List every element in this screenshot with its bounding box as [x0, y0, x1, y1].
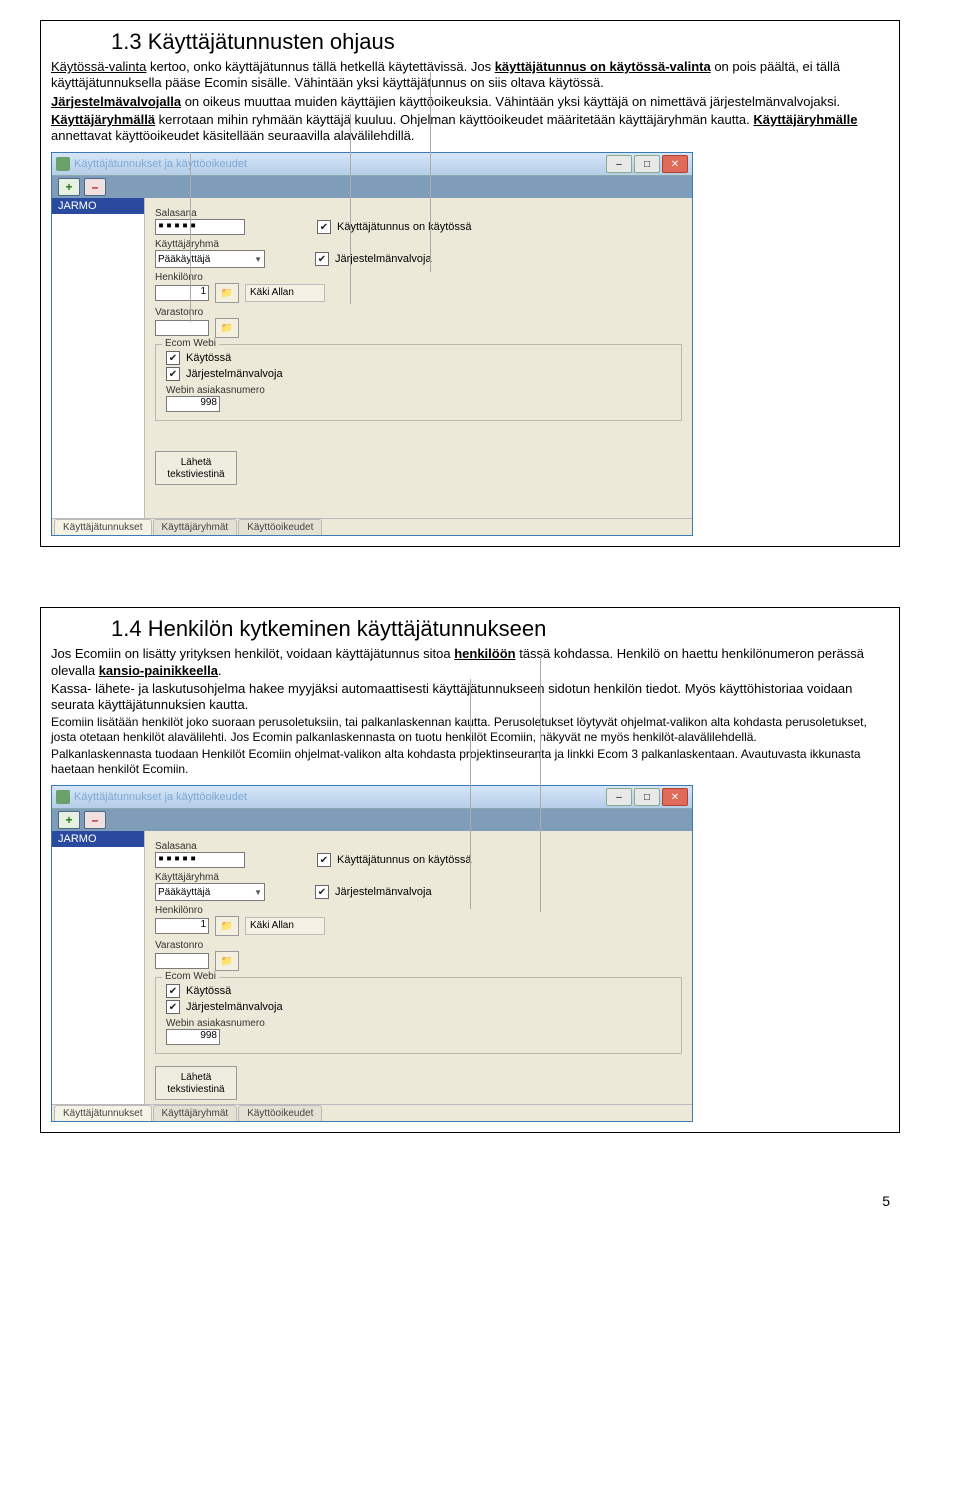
- toolbar: + –: [52, 176, 692, 198]
- label-henkilonro: Henkilönro: [155, 905, 682, 916]
- tab-kayttooikeudet[interactable]: Käyttöoikeudet: [238, 519, 322, 535]
- tab-kayttajaryhmat[interactable]: Käyttäjäryhmät: [153, 1105, 238, 1121]
- close-button[interactable]: ✕: [662, 788, 688, 806]
- label-ryhma: Käyttäjäryhmä: [155, 872, 682, 883]
- tab-kayttajatunnukset[interactable]: Käyttäjätunnukset: [54, 1105, 152, 1121]
- app-window: Käyttäjätunnukset ja käyttöoikeudet – □ …: [51, 152, 693, 536]
- heading-1-4: 1.4 Henkilön kytkeminen käyttäjätunnukse…: [111, 616, 889, 642]
- checkbox-kaytossa[interactable]: ✔: [317, 220, 331, 234]
- group-label-ecomwebi: Ecom Webi: [162, 971, 219, 982]
- checkbox-jvalvoja[interactable]: ✔: [315, 252, 329, 266]
- webino-field[interactable]: 998: [166, 1029, 220, 1045]
- label-salasana: Salasana: [155, 208, 682, 219]
- henkilonro-field[interactable]: 1: [155, 918, 209, 934]
- heading-1-3: 1.3 Käyttäjätunnusten ohjaus: [111, 29, 889, 55]
- password-field[interactable]: ▪▪▪▪▪: [155, 852, 245, 868]
- checkbox-webi-jvalvoja[interactable]: ✔: [166, 1000, 180, 1014]
- label-webi-kaytossa: Käytössä: [186, 352, 231, 364]
- maximize-button[interactable]: □: [634, 155, 660, 173]
- label-salasana: Salasana: [155, 841, 682, 852]
- group-ecomwebi: Ecom Webi ✔ Käytössä ✔ Järjestelmänvalvo…: [155, 344, 682, 421]
- window-title-2: Käyttäjätunnukset ja käyttöoikeudet: [74, 791, 247, 803]
- app-icon: [56, 790, 70, 804]
- henkilonro-field[interactable]: 1: [155, 285, 209, 301]
- folder-button-henkilo[interactable]: 📁: [215, 283, 239, 303]
- tab-strip: Käyttäjätunnukset Käyttäjäryhmät Käyttöo…: [52, 518, 692, 535]
- callout-line: [190, 152, 191, 322]
- callout-line: [350, 114, 351, 304]
- folder-button-varasto[interactable]: 📁: [215, 951, 239, 971]
- form-panel-2: Salasana ▪▪▪▪▪ ✔ Käyttäjätunnus on käytö…: [145, 831, 692, 1104]
- send-sms-button[interactable]: Lähetä tekstiviestinä: [155, 451, 237, 485]
- maximize-button[interactable]: □: [634, 788, 660, 806]
- checkbox-webi-jvalvoja[interactable]: ✔: [166, 367, 180, 381]
- titlebar-2: Käyttäjätunnukset ja käyttöoikeudet – □ …: [52, 786, 692, 809]
- folder-button-varasto[interactable]: 📁: [215, 318, 239, 338]
- varastonro-field[interactable]: [155, 320, 209, 336]
- varastonro-field[interactable]: [155, 953, 209, 969]
- label-webino: Webin asiakasnumero: [166, 385, 671, 396]
- form-panel: Salasana ▪▪▪▪▪ ✔ Käyttäjätunnus on käytö…: [145, 198, 692, 518]
- app-icon: [56, 157, 70, 171]
- tab-strip-2: Käyttäjätunnukset Käyttäjäryhmät Käyttöo…: [52, 1104, 692, 1121]
- para-s2-1: Jos Ecomiin on lisätty yrityksen henkilö…: [51, 646, 889, 679]
- label-varastonro: Varastonro: [155, 307, 682, 318]
- user-list-2[interactable]: JARMO: [52, 831, 145, 1104]
- chevron-down-icon: ▼: [254, 255, 262, 264]
- checkbox-jvalvoja[interactable]: ✔: [315, 885, 329, 899]
- minimize-button[interactable]: –: [606, 155, 632, 173]
- add-button[interactable]: +: [58, 811, 80, 829]
- tab-kayttooikeudet[interactable]: Käyttöoikeudet: [238, 1105, 322, 1121]
- folder-button-henkilo[interactable]: 📁: [215, 916, 239, 936]
- label-webi-jvalvoja: Järjestelmänvalvoja: [186, 368, 283, 380]
- para-jvalvoja: Järjestelmävalvojalla on oikeus muuttaa …: [51, 94, 889, 110]
- henkilo-name: Käki Allan: [245, 284, 325, 302]
- tab-kayttajatunnukset[interactable]: Käyttäjätunnukset: [54, 519, 152, 535]
- remove-button[interactable]: –: [84, 811, 106, 829]
- checkbox-webi-kaytossa[interactable]: ✔: [166, 351, 180, 365]
- label-webino: Webin asiakasnumero: [166, 1018, 671, 1029]
- tab-kayttajaryhmat[interactable]: Käyttäjäryhmät: [153, 519, 238, 535]
- henkilo-name: Käki Allan: [245, 917, 325, 935]
- page-number: 5: [0, 1193, 890, 1209]
- section-1-3: 1.3 Käyttäjätunnusten ohjaus Käytössä-va…: [40, 20, 900, 547]
- window-title: Käyttäjätunnukset ja käyttöoikeudet: [74, 158, 247, 170]
- add-button[interactable]: +: [58, 178, 80, 196]
- label-ryhma: Käyttäjäryhmä: [155, 239, 682, 250]
- close-button[interactable]: ✕: [662, 155, 688, 173]
- minimize-button[interactable]: –: [606, 788, 632, 806]
- user-list-selected[interactable]: JARMO: [52, 198, 144, 214]
- user-list[interactable]: JARMO: [52, 198, 145, 518]
- checkbox-webi-kaytossa[interactable]: ✔: [166, 984, 180, 998]
- callout-line: [470, 679, 471, 909]
- dropdown-ryhma[interactable]: Pääkäyttäjä ▼: [155, 250, 265, 268]
- send-sms-button[interactable]: Lähetä tekstiviestinä: [155, 1066, 237, 1100]
- toolbar-2: + –: [52, 809, 692, 831]
- checkbox-kaytossa[interactable]: ✔: [317, 853, 331, 867]
- user-list-selected-2[interactable]: JARMO: [52, 831, 144, 847]
- label-kaytossa: Käyttäjätunnus on käytössä: [337, 221, 472, 233]
- group-ecomwebi: Ecom Webi ✔ Käytössä ✔ Järjestelmänvalvo…: [155, 977, 682, 1054]
- app-window-2: Käyttäjätunnukset ja käyttöoikeudet – □ …: [51, 785, 693, 1122]
- chevron-down-icon: ▼: [254, 888, 262, 897]
- remove-button[interactable]: –: [84, 178, 106, 196]
- dropdown-ryhma[interactable]: Pääkäyttäjä ▼: [155, 883, 265, 901]
- label-webi-jvalvoja: Järjestelmänvalvoja: [186, 1001, 283, 1013]
- callout-line: [430, 72, 431, 272]
- label-henkilonro: Henkilönro: [155, 272, 682, 283]
- webino-field[interactable]: 998: [166, 396, 220, 412]
- label-webi-kaytossa: Käytössä: [186, 985, 231, 997]
- titlebar: Käyttäjätunnukset ja käyttöoikeudet – □ …: [52, 153, 692, 176]
- label-varastonro: Varastonro: [155, 940, 682, 951]
- label-jvalvoja: Järjestelmänvalvoja: [335, 886, 432, 898]
- callout-line: [540, 657, 541, 912]
- label-kaytossa: Käyttäjätunnus on käytössä: [337, 854, 472, 866]
- para-kaytossa: Käytössä-valinta kertoo, onko käyttäjätu…: [51, 59, 889, 92]
- password-field[interactable]: ▪▪▪▪▪: [155, 219, 245, 235]
- group-label-ecomwebi: Ecom Webi: [162, 338, 219, 349]
- para-ryhma: Käyttäjäryhmällä kerrotaan mihin ryhmään…: [51, 112, 889, 145]
